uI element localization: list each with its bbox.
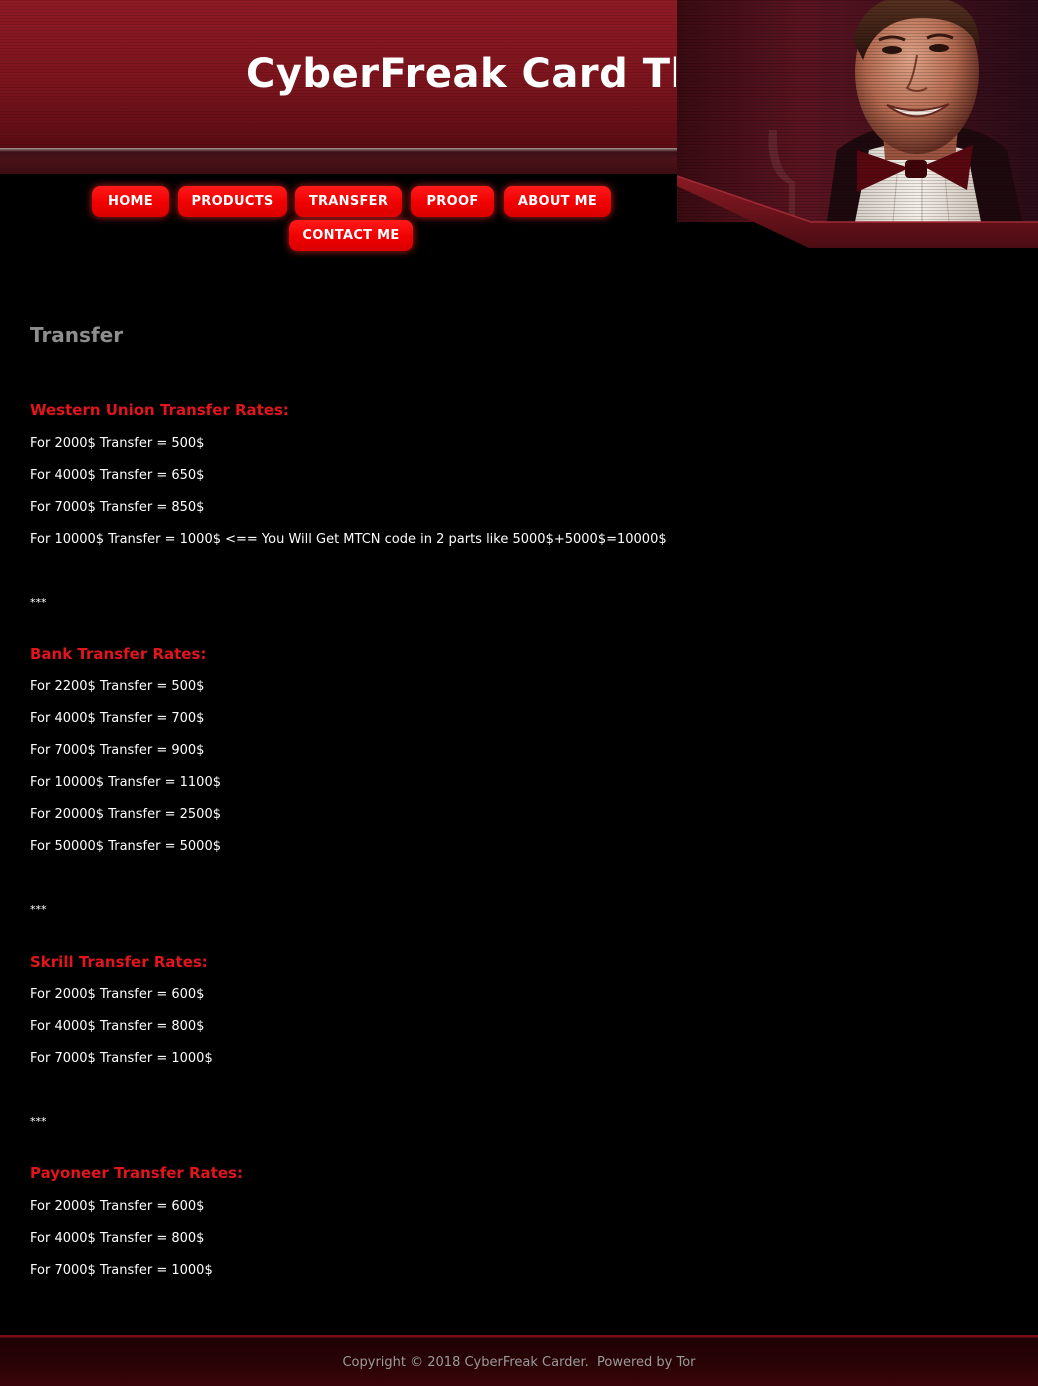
rate-line: For 10000$ Transfer = 1100$ xyxy=(30,775,221,790)
footer-powered-by: Powered by Tor xyxy=(597,1355,696,1370)
header-divider-stripe xyxy=(0,148,678,174)
rate-line: For 4000$ Transfer = 700$ xyxy=(30,711,205,726)
section-separator: *** xyxy=(30,596,47,609)
rate-line: For 10000$ Transfer = 1000$ <== You Will… xyxy=(30,532,667,547)
section-heading-skrill: Skrill Transfer Rates: xyxy=(30,953,208,971)
rate-line: For 2200$ Transfer = 500$ xyxy=(30,679,205,694)
rate-line: For 7000$ Transfer = 1000$ xyxy=(30,1263,213,1278)
nav-about-me-button[interactable]: ABOUT ME xyxy=(504,186,611,217)
header-portrait-image xyxy=(677,0,1038,248)
nav-proof-button[interactable]: PROOF xyxy=(411,186,494,217)
rate-line: For 7000$ Transfer = 1000$ xyxy=(30,1051,213,1066)
rate-line: For 7000$ Transfer = 900$ xyxy=(30,743,205,758)
rate-line: For 7000$ Transfer = 850$ xyxy=(30,500,205,515)
rate-line: For 2000$ Transfer = 600$ xyxy=(30,1199,205,1214)
rate-line: For 2000$ Transfer = 600$ xyxy=(30,987,205,1002)
rate-line: For 20000$ Transfer = 2500$ xyxy=(30,807,221,822)
page-title: Transfer xyxy=(30,323,124,347)
section-heading-western-union: Western Union Transfer Rates: xyxy=(30,401,289,419)
site-title: CyberFreak Card The xyxy=(246,51,676,97)
section-heading-bank: Bank Transfer Rates: xyxy=(30,645,207,663)
nav-products-button[interactable]: PRODUCTS xyxy=(178,186,287,217)
nav-transfer-button[interactable]: TRANSFER xyxy=(295,186,402,217)
section-separator: *** xyxy=(30,903,47,916)
rate-line: For 2000$ Transfer = 500$ xyxy=(30,436,205,451)
nav-contact-me-button[interactable]: CONTACT ME xyxy=(289,220,413,251)
section-separator: *** xyxy=(30,1115,47,1128)
nav-home-button[interactable]: HOME xyxy=(92,186,169,217)
rate-line: For 4000$ Transfer = 650$ xyxy=(30,468,205,483)
footer-copyright: Copyright © 2018 CyberFreak Carder. xyxy=(342,1355,589,1370)
section-heading-payoneer: Payoneer Transfer Rates: xyxy=(30,1164,243,1182)
site-footer: Copyright © 2018 CyberFreak Carder. Powe… xyxy=(0,1335,1038,1386)
rate-line: For 50000$ Transfer = 5000$ xyxy=(30,839,221,854)
rate-line: For 4000$ Transfer = 800$ xyxy=(30,1231,205,1246)
rate-line: For 4000$ Transfer = 800$ xyxy=(30,1019,205,1034)
footer-text: Copyright © 2018 CyberFreak Carder. Powe… xyxy=(0,1354,1038,1372)
